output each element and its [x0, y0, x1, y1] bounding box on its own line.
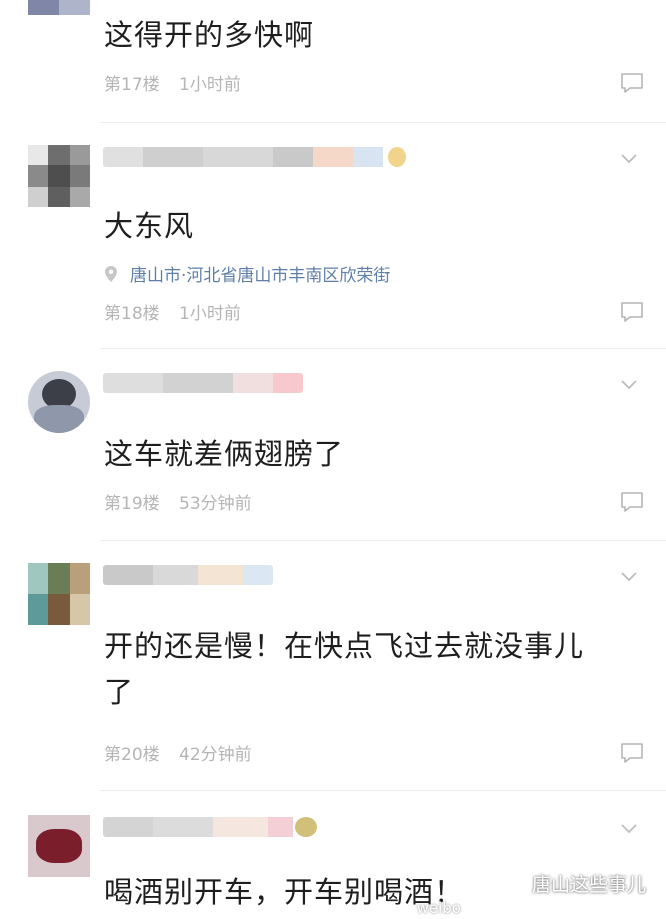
reply-icon[interactable]	[620, 72, 644, 94]
location-tag[interactable]: 唐山市·河北省唐山市丰南区欣荣街	[104, 261, 390, 286]
location-text: 唐山市·河北省唐山市丰南区欣荣街	[130, 266, 391, 286]
comment-text-line: 开的还是慢！在快点飞过去就没事儿	[104, 629, 585, 663]
wechat-logo-icon	[497, 873, 525, 893]
reply-icon[interactable]	[620, 742, 644, 764]
location-pin-icon	[105, 265, 117, 282]
divider	[100, 790, 666, 791]
comment-time: 1小时前	[179, 304, 241, 324]
comment-text: 大东风	[104, 209, 195, 243]
chevron-down-icon[interactable]	[620, 823, 638, 835]
floor-number: 第20楼	[104, 745, 160, 765]
avatar[interactable]	[28, 563, 90, 625]
avatar[interactable]	[28, 371, 90, 433]
comment-meta: 第18楼 1小时前	[104, 299, 255, 324]
floor-number: 第19楼	[104, 494, 160, 514]
chevron-down-icon[interactable]	[620, 379, 638, 391]
comment-text-line: 了	[104, 675, 135, 709]
floor-number: 第18楼	[104, 304, 160, 324]
divider	[100, 540, 666, 541]
username-blurred[interactable]	[103, 373, 303, 393]
comment-time: 53分钟前	[179, 494, 252, 514]
comment-meta: 第17楼 1小时前	[104, 70, 255, 95]
comment-text: 开的还是慢！在快点飞过去就没事儿 了	[104, 623, 634, 715]
username-blurred[interactable]	[103, 147, 413, 167]
divider	[100, 122, 666, 123]
username-blurred[interactable]	[103, 565, 273, 585]
avatar[interactable]	[28, 815, 90, 877]
comment-time: 1小时前	[179, 75, 241, 95]
watermark-label: 唐山这些事儿	[531, 874, 646, 896]
comment-text: 这车就差俩翅膀了	[104, 437, 345, 471]
watermark: 唐山这些事儿	[496, 870, 646, 897]
divider	[100, 348, 666, 349]
reply-icon[interactable]	[620, 301, 644, 323]
comment-meta: 第19楼 53分钟前	[104, 489, 266, 514]
chevron-down-icon[interactable]	[620, 571, 638, 583]
username-blurred[interactable]	[103, 817, 318, 837]
comment-text: 这得开的多快啊	[104, 18, 315, 52]
floor-number: 第17楼	[104, 75, 160, 95]
comment-time: 42分钟前	[179, 745, 252, 765]
comment-meta: 第20楼 42分钟前	[104, 740, 266, 765]
avatar[interactable]	[28, 145, 90, 207]
reply-icon[interactable]	[620, 491, 644, 513]
chevron-down-icon[interactable]	[620, 153, 638, 165]
watermark-small: weibo	[416, 899, 461, 917]
avatar[interactable]	[28, 0, 90, 15]
